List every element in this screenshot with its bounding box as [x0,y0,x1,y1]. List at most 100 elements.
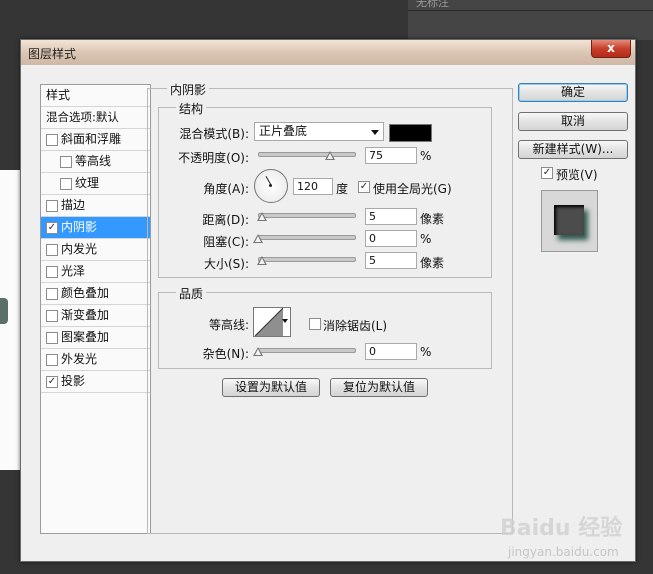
baidu-watermark-logo: Baidu 经验 [500,516,623,541]
style-item[interactable]: 描边 [41,195,150,217]
choke-label: 阻塞(C): [203,235,249,249]
style-checkbox[interactable] [46,310,58,322]
ok-button[interactable]: 确定 [518,83,628,102]
angle-center [269,184,272,187]
contour-label: 等高线: [208,318,249,332]
style-checkbox[interactable] [46,266,58,278]
baidu-watermark-url: jingyan.baidu.com [508,545,619,559]
preview-checkbox[interactable]: ✓ [541,167,553,179]
contour-picker[interactable] [253,307,291,337]
reset-default-button[interactable]: 复位为默认值 [330,378,428,397]
style-item[interactable]: 外发光 [41,349,150,371]
close-button[interactable]: x [591,40,631,58]
global-light-checkbox[interactable]: ✓ [358,181,370,193]
distance-input[interactable]: 5 [365,208,417,225]
distance-unit: 像素 [420,212,445,226]
style-item[interactable]: 渐变叠加 [41,305,150,327]
style-item-label: 图案叠加 [61,330,110,344]
chevron-down-icon [371,130,379,135]
dialog-title: 图层样式 [28,47,77,61]
angle-unit: 度 [336,182,349,196]
opacity-slider[interactable] [258,152,356,157]
choke-unit: % [420,232,432,246]
canvas-shape [0,298,8,324]
global-light-label[interactable]: 使用全局光(G) [373,180,452,197]
style-checkbox[interactable] [46,200,58,212]
background-divider [408,10,653,11]
noise-slider[interactable] [258,348,356,353]
style-item[interactable]: ✓ 内阴影 [41,217,150,239]
style-checkbox[interactable] [46,134,58,146]
style-checkbox[interactable] [60,156,72,168]
antialias-checkbox[interactable] [309,318,321,330]
style-item-label: 斜面和浮雕 [61,132,122,146]
layer-style-dialog: 图层样式 x 样式 混合选项:默认 斜面和浮雕等高线纹理描边 ✓ 内阴影内发光光泽颜… [20,39,636,562]
style-item[interactable]: 内发光 [41,239,150,261]
checkmark-icon: ✓ [47,222,57,233]
checkmark-icon: ✓ [359,181,369,192]
style-item-label: 纹理 [75,176,100,190]
angle-dial[interactable] [254,169,288,203]
noise-slider-handle[interactable] [253,347,263,356]
style-item[interactable]: ✓ 投影 [41,371,150,393]
style-item-label: 描边 [61,198,86,212]
chevron-down-icon [282,319,288,323]
size-slider[interactable] [258,257,356,262]
choke-slider-handle[interactable] [253,234,263,243]
style-checkbox[interactable]: ✓ [46,376,58,388]
choke-slider[interactable] [258,235,356,240]
noise-label: 杂色(N): [202,347,249,361]
antialias-label[interactable]: 消除锯齿(L) [323,317,387,334]
style-item-label: 外发光 [61,352,98,366]
checkmark-icon: ✓ [542,167,552,178]
blend-mode-select[interactable]: 正片叠底 [254,122,384,141]
contour-curve-icon [255,308,283,336]
opacity-slider-handle[interactable] [325,151,335,160]
styles-header[interactable]: 样式 [41,85,150,107]
style-item[interactable]: 等高线 [41,151,150,173]
style-item[interactable]: 纹理 [41,173,150,195]
style-item-label: 光泽 [61,264,86,278]
distance-slider[interactable] [258,213,356,218]
distance-slider-handle[interactable] [257,212,267,221]
style-checkbox[interactable]: ✓ [46,222,58,234]
structure-title: 结构 [176,100,207,117]
style-item-label: 内阴影 [61,220,98,234]
style-item[interactable]: 图案叠加 [41,327,150,349]
style-item[interactable]: 颜色叠加 [41,283,150,305]
blend-mode-label: 混合模式(B): [179,127,249,141]
background-panel-title: 无标注 [416,0,449,9]
style-item-label: 颜色叠加 [61,286,110,300]
style-item[interactable]: 光泽 [41,261,150,283]
opacity-input[interactable]: 75 [365,147,417,164]
cancel-button[interactable]: 取消 [518,112,628,131]
style-item-label: 投影 [61,374,86,388]
size-label: 大小(S): [203,257,249,271]
dialog-titlebar[interactable]: 图层样式 x [21,40,635,65]
panel-title: 内阴影 [167,81,210,98]
style-checkbox[interactable] [46,354,58,366]
opacity-label: 不透明度(O): [178,151,249,165]
preview-label[interactable]: 预览(V) [556,166,598,183]
style-checkbox[interactable] [60,178,72,190]
size-slider-handle[interactable] [257,256,267,265]
opacity-unit: % [420,149,432,163]
preview-thumbnail [554,205,584,235]
angle-input[interactable]: 120 [293,178,333,195]
noise-input[interactable]: 0 [365,343,417,360]
set-default-button[interactable]: 设置为默认值 [222,378,320,397]
style-preview [541,190,598,252]
style-checkbox[interactable] [46,288,58,300]
style-item-label: 等高线 [75,154,112,168]
size-input[interactable]: 5 [365,252,417,269]
styles-list: 样式 混合选项:默认 斜面和浮雕等高线纹理描边 ✓ 内阴影内发光光泽颜色叠加渐变叠加… [40,84,151,534]
angle-label: 角度(A): [203,182,249,196]
shadow-color-swatch[interactable] [389,124,432,142]
style-item[interactable]: 斜面和浮雕 [41,129,150,151]
style-checkbox[interactable] [46,244,58,256]
choke-input[interactable]: 0 [365,230,417,247]
style-item-label: 内发光 [61,242,98,256]
new-style-button[interactable]: 新建样式(W)... [518,140,628,159]
style-checkbox[interactable] [46,332,58,344]
blending-options-item[interactable]: 混合选项:默认 [41,107,150,129]
